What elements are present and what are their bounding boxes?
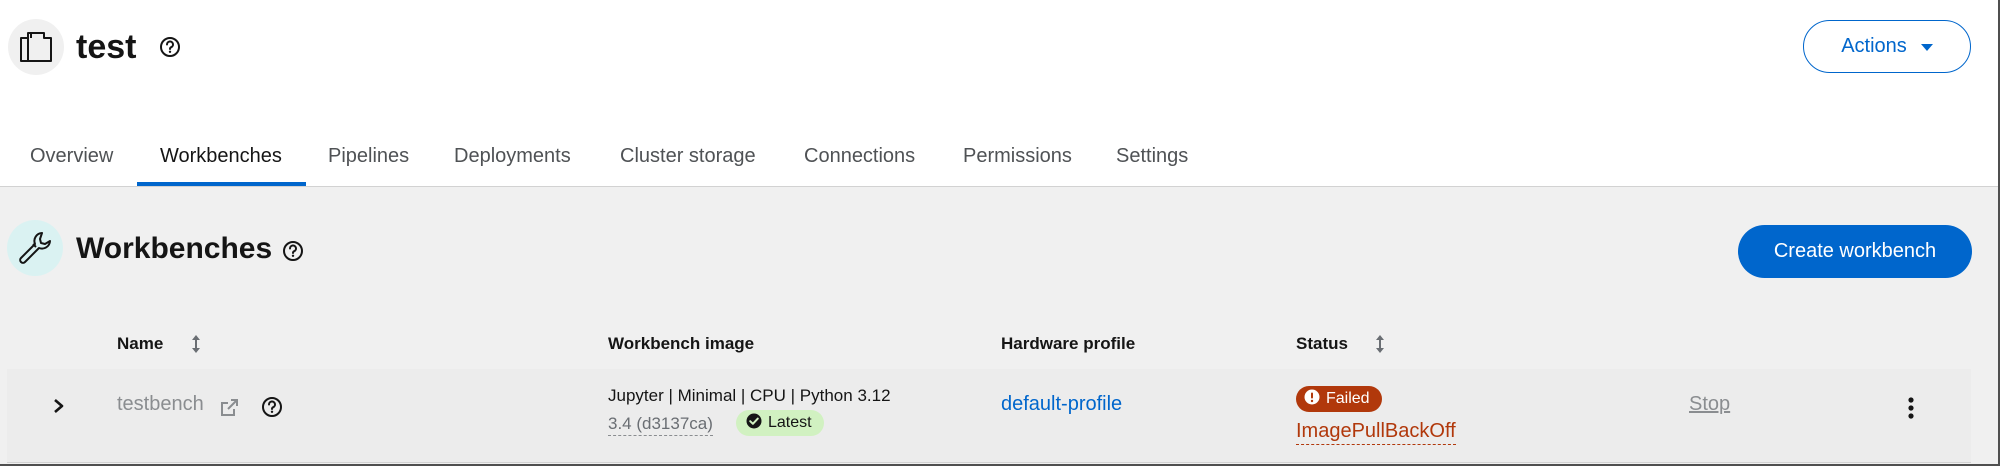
row-background [7, 369, 1971, 462]
actions-label: Actions [1841, 35, 1907, 57]
column-header-status: Status [1296, 334, 1348, 353]
workbenches-section: Workbenches Create workbench Name Workbe… [0, 187, 1998, 464]
tab-settings[interactable]: Settings [1116, 128, 1188, 186]
briefcase-icon [8, 19, 64, 75]
workbench-image-version[interactable]: 3.4 (d3137ca) [608, 414, 713, 436]
sort-icon[interactable] [189, 333, 203, 355]
tab-overview[interactable]: Overview [30, 128, 113, 186]
kebab-menu-icon[interactable] [1899, 393, 1923, 423]
question-circle-icon[interactable] [158, 35, 182, 59]
tab-connections[interactable]: Connections [804, 128, 915, 186]
question-circle-icon[interactable] [260, 395, 284, 419]
tab-deployments[interactable]: Deployments [454, 128, 571, 186]
section-title: Workbenches [76, 232, 273, 265]
latest-badge-label: Latest [768, 414, 812, 431]
hardware-profile-link[interactable]: default-profile [1001, 393, 1122, 416]
column-header-image: Workbench image [608, 334, 755, 353]
table-row: testbench Jupyter | Minimal | CPU | Pyth… [7, 369, 1971, 463]
status-badge-label: Failed [1326, 390, 1370, 407]
chevron-right-icon[interactable] [47, 391, 71, 421]
tab-workbenches[interactable]: Workbenches [160, 128, 282, 186]
status-reason[interactable]: ImagePullBackOff [1296, 420, 1456, 445]
caret-down-icon [1920, 35, 1933, 58]
sort-icon[interactable] [1373, 333, 1387, 355]
column-header-name: Name [117, 334, 164, 353]
actions-dropdown-button[interactable]: Actions [1803, 20, 1971, 73]
wrench-icon [7, 220, 63, 276]
workbench-image-name: Jupyter | Minimal | CPU | Python 3.12 [608, 386, 891, 405]
tab-pipelines[interactable]: Pipelines [328, 128, 409, 186]
exclamation-circle-icon [1304, 389, 1320, 410]
question-circle-icon[interactable] [281, 239, 305, 263]
project-tabs: Overview Workbenches Pipelines Deploymen… [0, 128, 1998, 187]
latest-badge: Latest [736, 410, 824, 436]
column-header-hardware: Hardware profile [1001, 334, 1136, 353]
stop-button[interactable]: Stop [1689, 393, 1730, 416]
tab-permissions[interactable]: Permissions [963, 128, 1072, 186]
external-link-icon[interactable] [217, 396, 241, 420]
tab-cluster-storage[interactable]: Cluster storage [620, 128, 756, 186]
status-badge[interactable]: Failed [1296, 386, 1382, 412]
create-workbench-button[interactable]: Create workbench [1738, 225, 1972, 278]
active-tab-indicator [137, 182, 306, 186]
page-title: test [76, 28, 137, 66]
workbench-name: testbench [117, 393, 204, 415]
check-circle-icon [746, 413, 762, 434]
